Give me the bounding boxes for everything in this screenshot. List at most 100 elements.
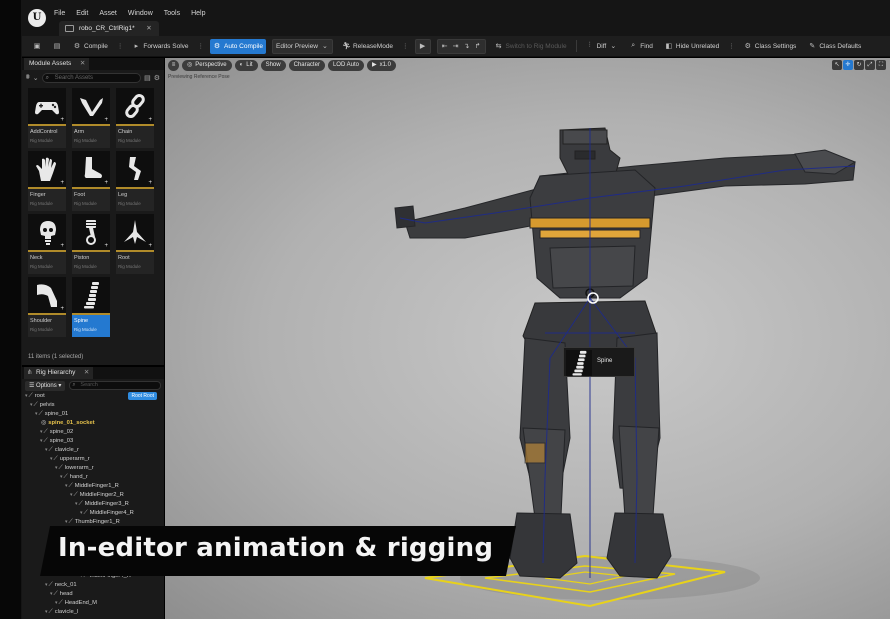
translate-tool-icon[interactable]: ✛ [843, 60, 853, 70]
asset-tile-arm[interactable]: + Arm Rig Module [72, 88, 110, 148]
asset-tile-foot[interactable]: + Foot Rig Module [72, 151, 110, 211]
expand-arrow-icon[interactable]: ▾ [45, 447, 48, 453]
menu-window[interactable]: Window [128, 10, 153, 17]
hierarchy-socket-row[interactable]: ◎ spine_01_socket [25, 419, 161, 428]
expand-arrow-icon[interactable]: ▾ [45, 609, 48, 615]
settings-icon[interactable]: ⚙ [154, 74, 160, 82]
hierarchy-bone-row[interactable]: ▾⟋ clavicle_r [25, 446, 161, 455]
auto-compile-toggle[interactable]: ⚙ Auto Compile [210, 38, 267, 54]
expand-arrow-icon[interactable]: ▾ [65, 483, 68, 489]
release-mode-button[interactable]: 🏃︎ ReleaseMode [339, 39, 396, 54]
expand-arrow-icon[interactable]: ▾ [30, 402, 33, 408]
rotate-tool-icon[interactable]: ↻ [854, 60, 864, 70]
hierarchy-bone-row[interactable]: ▾⟋ upperarm_r [25, 455, 161, 464]
expand-arrow-icon[interactable]: ▾ [35, 411, 38, 417]
module-assets-search-input[interactable]: ⌕ Search Assets [41, 73, 142, 83]
hierarchy-bone-row[interactable]: ▾⟋ MiddleFinger1_R [25, 482, 161, 491]
expand-arrow-icon[interactable]: ▾ [55, 465, 58, 471]
document-tab[interactable]: robo_CR_CtrlRig1* ✕ [59, 21, 159, 36]
folder-icon[interactable]: ▤ [144, 74, 151, 82]
save-button[interactable]: ▣ [30, 39, 44, 54]
close-icon[interactable]: ✕ [84, 367, 89, 379]
expand-arrow-icon[interactable]: ▾ [80, 510, 83, 516]
expand-arrow-icon[interactable]: ▾ [60, 474, 63, 480]
hierarchy-bone-row[interactable]: ▾⟋ spine_01 [25, 410, 161, 419]
compile-button[interactable]: ⚙ Compile [70, 39, 111, 54]
hide-unrelated-options-icon[interactable]: ⋮ [728, 42, 735, 50]
asset-tile-shoulder[interactable]: + Shoulder Rig Module [28, 277, 66, 337]
menu-asset[interactable]: Asset [99, 10, 117, 17]
menu-file[interactable]: File [54, 10, 65, 17]
viewport-menu-icon[interactable]: ≡ [168, 59, 179, 71]
filter-icon[interactable]: ⩩ [26, 74, 30, 82]
browse-button[interactable]: ▤ [50, 39, 64, 54]
expand-arrow-icon[interactable]: ▾ [75, 501, 78, 507]
expand-arrow-icon[interactable]: ▾ [50, 456, 53, 462]
menu-help[interactable]: Help [191, 10, 205, 17]
lit-button[interactable]: ◐ Lit [234, 59, 258, 71]
maximize-icon[interactable]: ⛶ [876, 60, 886, 70]
expand-arrow-icon[interactable]: ▾ [45, 582, 48, 588]
hierarchy-bone-row[interactable]: ▾⟋ neck_01 [25, 581, 161, 590]
character-button[interactable]: Character [288, 59, 325, 71]
hierarchy-bone-row[interactable]: ▾⟋ lowerarm_r [25, 464, 161, 473]
expand-arrow-icon[interactable]: ▾ [50, 591, 53, 597]
hierarchy-bone-row[interactable]: ▾⟋ pelvis [25, 401, 161, 410]
asset-tile-spine[interactable]: Spine Rig Module [72, 277, 110, 337]
hierarchy-bone-row[interactable]: ▾⟋ MiddleFinger4_R [25, 509, 161, 518]
perspective-button[interactable]: ◎ Perspective [182, 59, 232, 71]
release-mode-options-icon[interactable]: ⋮ [402, 42, 409, 50]
close-icon[interactable]: ✕ [80, 58, 85, 70]
expand-arrow-icon[interactable]: ▾ [70, 492, 73, 498]
hierarchy-bone-row[interactable]: ▾⟋ head [25, 590, 161, 599]
scale-tool-icon[interactable]: ⤢ [865, 60, 875, 70]
options-dropdown[interactable]: ☰ Options ▾ [25, 380, 66, 391]
hierarchy-bone-row[interactable]: ▾⟋ root Root Root [25, 392, 161, 401]
expand-arrow-icon[interactable]: ▾ [25, 393, 28, 399]
expand-arrow-icon[interactable]: ▾ [65, 519, 68, 525]
show-button[interactable]: Show [260, 59, 286, 71]
hierarchy-bone-row[interactable]: ▾⟋ spine_02 [25, 428, 161, 437]
lod-button[interactable]: LOD Auto [327, 59, 364, 71]
class-settings-button[interactable]: ⚙ Class Settings [741, 39, 800, 54]
asset-tile-chain[interactable]: + Chain Rig Module [116, 88, 154, 148]
rig-hierarchy-search-input[interactable]: ⌕ Search [69, 381, 161, 390]
asset-tile-piston[interactable]: + Piston Rig Module [72, 214, 110, 274]
hierarchy-bone-row[interactable]: ▾⟋ clavicle_l [25, 608, 161, 617]
step-buttons-group[interactable]: ⇤ ⇥ ↴ ↱ [436, 38, 486, 54]
class-defaults-button[interactable]: ✎ Class Defaults [805, 39, 864, 54]
close-tab-icon[interactable]: ✕ [146, 21, 151, 36]
hierarchy-bone-row[interactable]: ▾⟋ HeadEnd_M [25, 599, 161, 608]
hierarchy-bone-row[interactable]: ▾⟋ ThumbFinger1_R [25, 518, 161, 527]
diff-button[interactable]: ⫶ Diff ⌄ [583, 39, 621, 54]
expand-arrow-icon[interactable]: ▾ [40, 429, 43, 435]
forwards-solve-options-icon[interactable]: ⋮ [198, 42, 205, 50]
forwards-solve-button[interactable]: ▸ Forwards Solve [129, 39, 191, 54]
switch-rig-module-button[interactable]: ⇆ Switch to Rig Module [492, 39, 570, 54]
playback-speed-button[interactable]: ▶ x1.0 [366, 59, 396, 71]
compile-options-icon[interactable]: ⋮ [117, 42, 124, 50]
editor-preview-dropdown[interactable]: Editor Preview ⌄ [272, 38, 333, 54]
hide-unrelated-button[interactable]: ◧ Hide Unrelated [662, 39, 722, 54]
unreal-logo-icon[interactable]: U [28, 9, 46, 27]
asset-tile-root[interactable]: + Root Rig Module [116, 214, 154, 274]
asset-tile-addcontrol[interactable]: + AddControl Rig Module [28, 88, 66, 148]
chevron-down-icon[interactable]: ⌄ [33, 74, 39, 82]
menu-tools[interactable]: Tools [164, 10, 180, 17]
expand-arrow-icon[interactable]: ▾ [55, 600, 58, 606]
play-button[interactable]: ▶ [414, 38, 431, 54]
asset-tile-leg[interactable]: + Leg Rig Module [116, 151, 154, 211]
asset-tile-finger[interactable]: + Finger Rig Module [28, 151, 66, 211]
hierarchy-bone-row[interactable]: ▾⟋ spine_03 [25, 437, 161, 446]
expand-arrow-icon[interactable]: ▾ [40, 438, 43, 444]
menu-edit[interactable]: Edit [76, 10, 88, 17]
module-assets-tab[interactable]: Module Assets ✕ [24, 58, 90, 70]
root-badge-button[interactable]: Root Root [128, 392, 157, 400]
rig-hierarchy-tab[interactable]: ⋔ Rig Hierarchy ✕ [24, 367, 94, 379]
hierarchy-bone-row[interactable]: ▾⟋ MiddleFinger3_R [25, 500, 161, 509]
asset-tile-neck[interactable]: + Neck Rig Module [28, 214, 66, 274]
hierarchy-bone-row[interactable]: ▾⟋ hand_r [25, 473, 161, 482]
hierarchy-bone-row[interactable]: ▾⟋ MiddleFinger2_R [25, 491, 161, 500]
select-tool-icon[interactable]: ↖ [832, 60, 842, 70]
find-button[interactable]: ⌕ Find [626, 39, 656, 54]
